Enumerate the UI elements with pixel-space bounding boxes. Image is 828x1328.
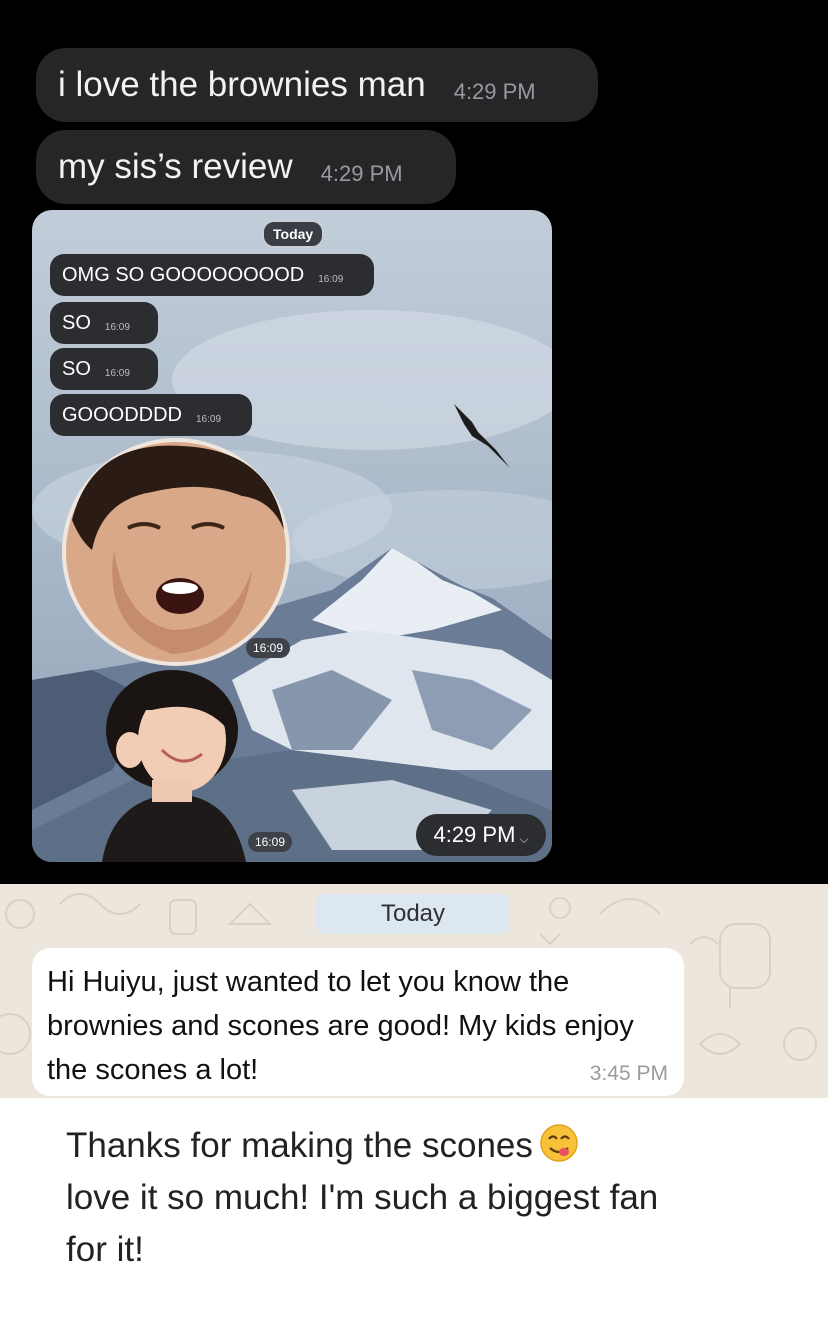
message-text: my sis’s review [58, 147, 293, 186]
face-savoring-food-icon [540, 1124, 578, 1162]
message-time: 4:29 PM [320, 161, 403, 186]
sticker-time: 16:09 [248, 832, 293, 852]
caption-text: Thanks for making the scones love it so … [66, 1120, 706, 1276]
date-divider: Today [316, 894, 510, 934]
caption-section: Thanks for making the scones love it so … [0, 1098, 828, 1328]
message-bubble[interactable]: i love the brownies man 4:29 PM [36, 48, 598, 122]
embedded-message: SO 16:09 [50, 302, 158, 344]
chevron-down-icon[interactable]: ⌵ [519, 832, 528, 847]
embedded-message-time: 16:09 [196, 413, 222, 425]
message-bubble[interactable]: Hi Huiyu, just wanted to let you know th… [32, 948, 684, 1096]
embedded-message-time: 16:09 [104, 321, 130, 333]
caption-line: Thanks for making the scones [66, 1126, 533, 1165]
message-time: 4:29 PM [453, 79, 536, 104]
embedded-message: SO 16:09 [50, 348, 158, 390]
sticker-time: 16:09 [246, 638, 291, 658]
image-time: 4:29 PM [433, 822, 516, 847]
embedded-message: OMG SO GOOOOOOOOD 16:09 [50, 254, 374, 296]
message-time: 3:45 PM [589, 1062, 668, 1085]
message-text: Hi Huiyu, just wanted to let you know th… [47, 966, 634, 1086]
embedded-message-text: OMG SO GOOOOOOOOD [62, 263, 305, 286]
message-bubble[interactable]: my sis’s review 4:29 PM [36, 130, 456, 204]
embedded-message: GOOODDDD 16:09 [50, 394, 252, 436]
embedded-message-text: SO [62, 357, 91, 380]
date-pill: Today [262, 220, 325, 248]
whatsapp-chat-section: Today Hi Huiyu, just wanted to let you k… [0, 884, 828, 1098]
embedded-message-time: 16:09 [104, 367, 130, 379]
image-time-badge: 4:29 PM ⌵ [416, 814, 546, 856]
embedded-message-text: SO [62, 311, 91, 334]
message-text: i love the brownies man [58, 65, 426, 104]
caption-line: love it so much! I'm such a biggest fan … [66, 1178, 659, 1269]
embedded-screenshot-image[interactable]: Today OMG SO GOOOOOOOOD 16:09 SO 16:09 S… [32, 210, 552, 862]
embedded-message-time: 16:09 [318, 273, 344, 285]
embedded-message-text: GOOODDDD [62, 403, 182, 426]
dark-chat-section: i love the brownies man 4:29 PM my sis’s… [0, 0, 828, 884]
